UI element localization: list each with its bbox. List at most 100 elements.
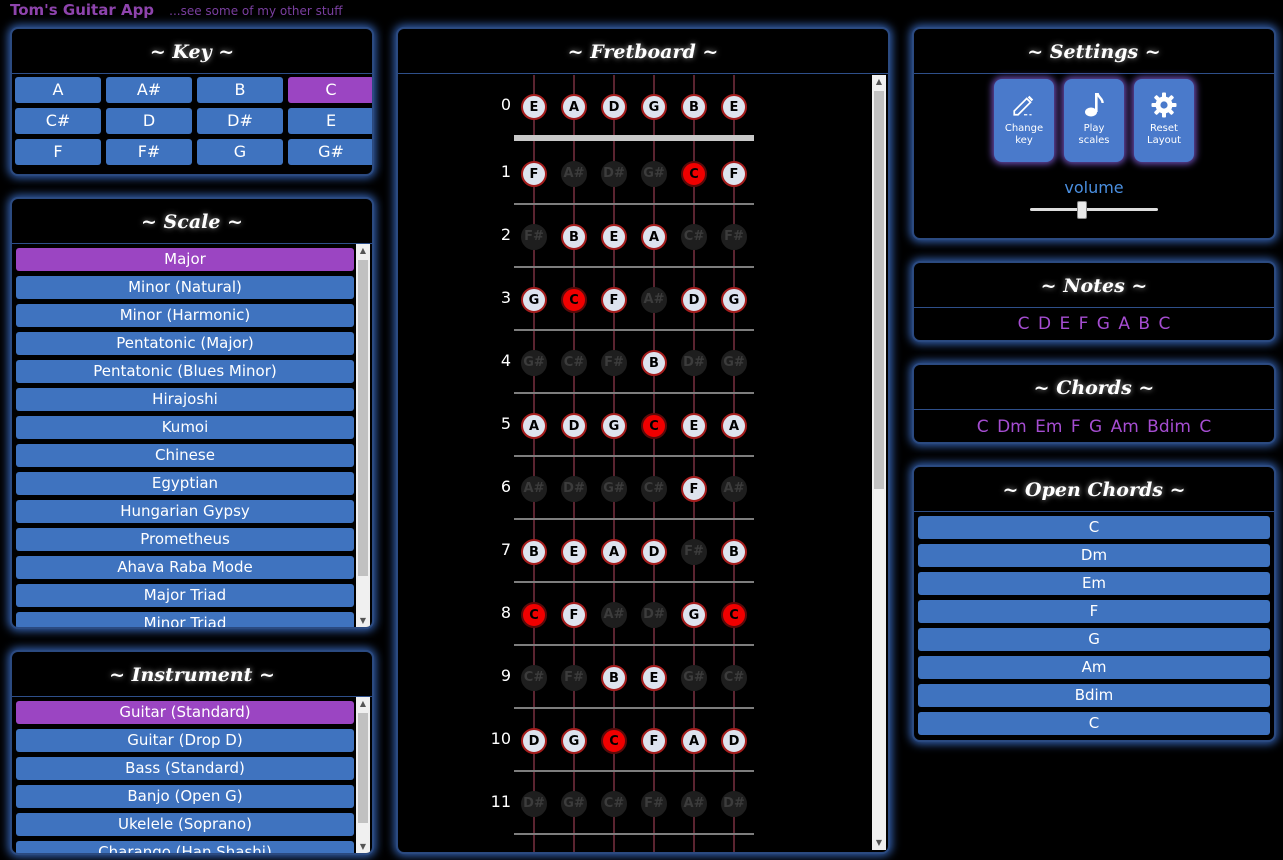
- open-chord-option[interactable]: Em: [918, 572, 1270, 595]
- scroll-up-icon[interactable]: ▲: [356, 697, 370, 711]
- fret-note[interactable]: E: [721, 94, 747, 120]
- fret-note[interactable]: F#: [681, 539, 707, 565]
- instrument-option[interactable]: Guitar (Drop D): [16, 729, 354, 752]
- fret-note[interactable]: C: [721, 602, 747, 628]
- change-key-button[interactable]: Change key: [994, 79, 1054, 162]
- fret-note[interactable]: E: [561, 539, 587, 565]
- app-title[interactable]: Tom's Guitar App: [10, 1, 154, 19]
- scroll-down-icon[interactable]: ▼: [872, 836, 886, 850]
- fret-note[interactable]: A: [641, 224, 667, 250]
- fret-note[interactable]: A#: [641, 287, 667, 313]
- scale-option[interactable]: Minor (Natural): [16, 276, 354, 299]
- fret-note[interactable]: A#: [561, 161, 587, 187]
- key-button[interactable]: A#: [106, 77, 192, 103]
- fret-note[interactable]: C#: [721, 665, 747, 691]
- fret-note[interactable]: F#: [521, 224, 547, 250]
- fret-note[interactable]: C#: [681, 224, 707, 250]
- fret-note[interactable]: D#: [721, 791, 747, 817]
- fret-note[interactable]: F: [721, 161, 747, 187]
- fret-note[interactable]: G#: [681, 665, 707, 691]
- fret-note[interactable]: C: [521, 602, 547, 628]
- other-stuff-link[interactable]: ...see some of my other stuff: [169, 4, 342, 18]
- fretboard-scrollbar[interactable]: ▲ ▼: [872, 75, 886, 850]
- open-chord-option[interactable]: G: [918, 628, 1270, 651]
- scale-option[interactable]: Hirajoshi: [16, 388, 354, 411]
- instrument-option[interactable]: Banjo (Open G): [16, 785, 354, 808]
- fret-note[interactable]: D: [641, 539, 667, 565]
- scale-option[interactable]: Minor (Harmonic): [16, 304, 354, 327]
- scrollbar-thumb[interactable]: [358, 713, 368, 823]
- key-button[interactable]: F: [15, 139, 101, 165]
- volume-track[interactable]: [1030, 208, 1158, 211]
- fret-note[interactable]: A: [601, 539, 627, 565]
- fret-note[interactable]: D: [601, 94, 627, 120]
- fret-note[interactable]: D#: [521, 791, 547, 817]
- fret-note[interactable]: A#: [681, 791, 707, 817]
- reset-layout-button[interactable]: Reset Layout: [1134, 79, 1194, 162]
- key-button[interactable]: D#: [197, 108, 283, 134]
- fret-note[interactable]: A: [681, 728, 707, 754]
- scale-option[interactable]: Hungarian Gypsy: [16, 500, 354, 523]
- fret-note[interactable]: B: [601, 665, 627, 691]
- scale-option[interactable]: Major: [16, 248, 354, 271]
- scale-option[interactable]: Chinese: [16, 444, 354, 467]
- fret-note[interactable]: D#: [641, 602, 667, 628]
- fret-note[interactable]: C#: [561, 350, 587, 376]
- open-chord-option[interactable]: Dm: [918, 544, 1270, 567]
- fret-note[interactable]: B: [721, 539, 747, 565]
- scrollbar-thumb[interactable]: [358, 260, 368, 576]
- scroll-up-icon[interactable]: ▲: [872, 75, 886, 89]
- fret-note[interactable]: G: [521, 287, 547, 313]
- volume-knob[interactable]: [1077, 201, 1087, 219]
- scale-option[interactable]: Egyptian: [16, 472, 354, 495]
- open-chord-option[interactable]: Am: [918, 656, 1270, 679]
- scale-option[interactable]: Ahava Raba Mode: [16, 556, 354, 579]
- fret-note[interactable]: G#: [561, 791, 587, 817]
- fret-note[interactable]: D: [681, 287, 707, 313]
- scroll-down-icon[interactable]: ▼: [356, 614, 370, 627]
- scale-option[interactable]: Kumoi: [16, 416, 354, 439]
- fret-note[interactable]: E: [601, 224, 627, 250]
- scale-option[interactable]: Minor Triad: [16, 612, 354, 627]
- fret-note[interactable]: C#: [521, 665, 547, 691]
- fret-note[interactable]: C: [641, 413, 667, 439]
- fret-note[interactable]: F#: [721, 224, 747, 250]
- fret-note[interactable]: B: [641, 350, 667, 376]
- key-button[interactable]: G: [197, 139, 283, 165]
- open-chord-option[interactable]: Bdim: [918, 684, 1270, 707]
- fret-note[interactable]: B: [681, 94, 707, 120]
- fret-note[interactable]: F#: [561, 665, 587, 691]
- fret-note[interactable]: G: [721, 287, 747, 313]
- fret-note[interactable]: B: [561, 224, 587, 250]
- fret-note[interactable]: A#: [721, 476, 747, 502]
- key-button[interactable]: A: [15, 77, 101, 103]
- fret-note[interactable]: A: [561, 94, 587, 120]
- scale-option[interactable]: Prometheus: [16, 528, 354, 551]
- open-chord-option[interactable]: C: [918, 712, 1270, 735]
- fret-note[interactable]: F: [641, 728, 667, 754]
- fret-note[interactable]: F: [521, 161, 547, 187]
- fret-note[interactable]: C: [681, 161, 707, 187]
- fret-note[interactable]: G#: [601, 476, 627, 502]
- fret-note[interactable]: G: [601, 413, 627, 439]
- instrument-option[interactable]: Charango (Han Shashi): [16, 841, 354, 853]
- open-chord-option[interactable]: C: [918, 516, 1270, 539]
- fret-note[interactable]: E: [521, 94, 547, 120]
- fret-note[interactable]: G#: [641, 161, 667, 187]
- fret-note[interactable]: G#: [721, 350, 747, 376]
- fret-note[interactable]: C#: [641, 476, 667, 502]
- fret-note[interactable]: A: [521, 413, 547, 439]
- open-chord-option[interactable]: F: [918, 600, 1270, 623]
- fret-note[interactable]: D: [721, 728, 747, 754]
- fret-note[interactable]: C#: [601, 791, 627, 817]
- fret-note[interactable]: B: [521, 539, 547, 565]
- key-button[interactable]: E: [288, 108, 372, 134]
- scale-option[interactable]: Pentatonic (Blues Minor): [16, 360, 354, 383]
- fret-note[interactable]: D#: [561, 476, 587, 502]
- scale-option[interactable]: Major Triad: [16, 584, 354, 607]
- scroll-down-icon[interactable]: ▼: [356, 840, 370, 853]
- scroll-up-icon[interactable]: ▲: [356, 244, 370, 258]
- instrument-option[interactable]: Ukelele (Soprano): [16, 813, 354, 836]
- instrument-option[interactable]: Guitar (Standard): [16, 701, 354, 724]
- fret-note[interactable]: G: [681, 602, 707, 628]
